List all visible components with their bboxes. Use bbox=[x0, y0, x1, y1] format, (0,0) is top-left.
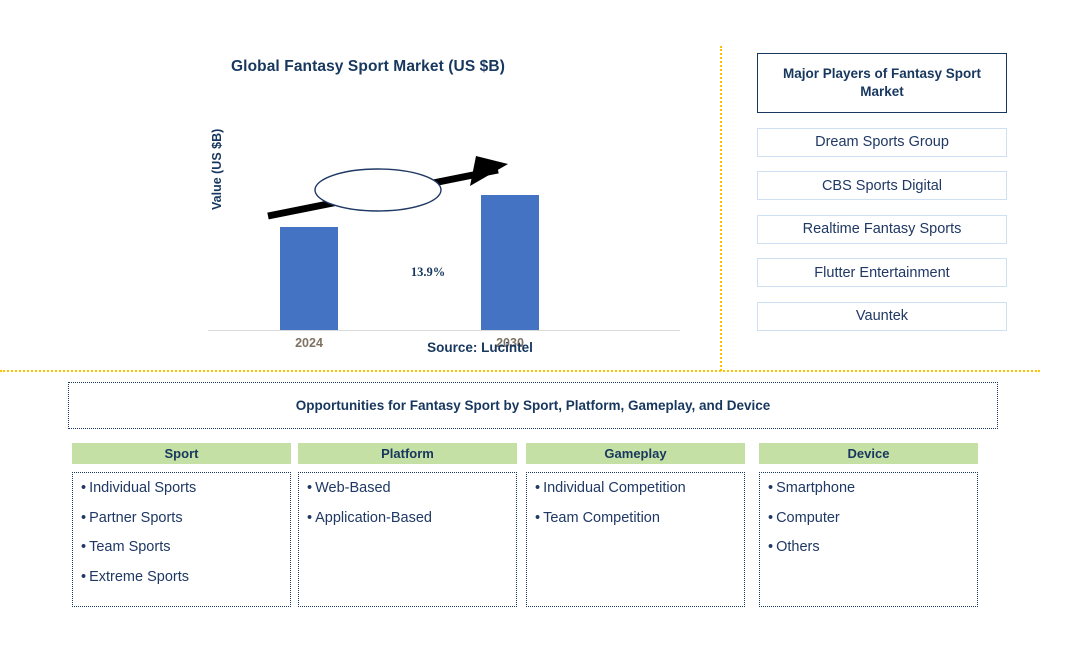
opportunity-column-gameplay: Gameplay • Individual Competition • Team C… bbox=[526, 443, 745, 607]
list-item: • Team Competition bbox=[535, 509, 744, 526]
list-item-label: Web-Based bbox=[315, 480, 391, 496]
opportunity-column-sport: Sport • Individual Sports • Partner Sports… bbox=[72, 443, 291, 607]
list-item: • Extreme Sports bbox=[81, 568, 290, 585]
column-items: • Web-Based • Application-Based bbox=[298, 472, 517, 607]
bullet-icon: • bbox=[535, 480, 541, 496]
list-item-label: Team Sports bbox=[89, 539, 171, 555]
column-header: Sport bbox=[72, 443, 291, 464]
chart-plot-area: Value (US $B) 13.9% 2024 2030 bbox=[68, 110, 680, 350]
infographic-page: Global Fantasy Sport Market (US $B) Valu… bbox=[0, 0, 1071, 672]
chart-axis-line bbox=[208, 330, 680, 331]
opportunities-banner: Opportunities for Fantasy Sport by Sport… bbox=[68, 382, 998, 429]
market-chart-panel: Global Fantasy Sport Market (US $B) Valu… bbox=[68, 44, 708, 364]
player-item: Vauntek bbox=[757, 301, 1007, 331]
player-item: Realtime Fantasy Sports bbox=[757, 214, 1007, 244]
column-header: Device bbox=[759, 443, 978, 464]
list-item: • Partner Sports bbox=[81, 509, 290, 526]
list-item-label: Extreme Sports bbox=[89, 568, 189, 585]
bullet-icon: • bbox=[81, 568, 87, 585]
source-note: Source: Lucintel bbox=[427, 340, 533, 355]
list-item: • Computer bbox=[768, 509, 977, 526]
cagr-arrow-icon bbox=[267, 156, 508, 220]
opportunity-column-platform: Platform • Web-Based • Application-Based bbox=[298, 443, 517, 607]
bullet-icon: • bbox=[768, 480, 774, 496]
chart-title: Global Fantasy Sport Market (US $B) bbox=[231, 58, 505, 75]
list-item: • Individual Competition bbox=[535, 481, 744, 496]
player-item: Dream Sports Group bbox=[757, 127, 1007, 157]
major-players-panel: Major Players of Fantasy Sport Market Dr… bbox=[757, 53, 1007, 331]
list-item-label: Individual Competition bbox=[543, 480, 686, 496]
bullet-icon: • bbox=[81, 509, 87, 526]
bar-2024 bbox=[280, 226, 338, 330]
list-item-label: Individual Sports bbox=[89, 480, 197, 496]
column-items: • Smartphone • Computer • Others bbox=[759, 472, 978, 607]
list-item: • Team Sports bbox=[81, 540, 290, 555]
list-item-label: Application-Based bbox=[315, 509, 432, 526]
bullet-icon: • bbox=[768, 539, 774, 555]
list-item: • Application-Based bbox=[307, 509, 516, 526]
bullet-icon: • bbox=[768, 509, 774, 526]
list-item-label: Others bbox=[776, 539, 820, 555]
bullet-icon: • bbox=[307, 480, 313, 496]
column-header: Platform bbox=[298, 443, 517, 464]
column-items: • Individual Sports • Partner Sports • Team… bbox=[72, 472, 291, 607]
horizontal-divider bbox=[0, 370, 1040, 372]
list-item-label: Smartphone bbox=[776, 480, 856, 496]
opportunities-banner-text: Opportunities for Fantasy Sport by Sport… bbox=[295, 398, 771, 413]
bullet-icon: • bbox=[307, 509, 313, 526]
list-item-label: Computer bbox=[776, 509, 840, 526]
list-item: • Web-Based bbox=[307, 481, 516, 496]
column-header: Gameplay bbox=[526, 443, 745, 464]
player-item: Flutter Entertainment bbox=[757, 258, 1007, 287]
opportunity-column-device: Device • Smartphone • Computer • Others bbox=[759, 443, 978, 607]
vertical-divider bbox=[720, 46, 722, 371]
major-players-header: Major Players of Fantasy Sport Market bbox=[757, 53, 1007, 113]
opportunities-columns: Sport • Individual Sports • Partner Sports… bbox=[72, 443, 1002, 618]
cagr-value-label: 13.9% bbox=[410, 265, 446, 279]
list-item: • Smartphone bbox=[768, 481, 977, 496]
list-item: • Individual Sports bbox=[81, 481, 290, 496]
player-item: CBS Sports Digital bbox=[757, 171, 1007, 200]
list-item-label: Team Competition bbox=[543, 509, 660, 526]
bullet-icon: • bbox=[81, 480, 87, 496]
bullet-icon: • bbox=[535, 509, 541, 526]
column-items: • Individual Competition • Team Competitio… bbox=[526, 472, 745, 607]
list-item: • Others bbox=[768, 540, 977, 555]
list-item-label: Partner Sports bbox=[89, 509, 183, 526]
bullet-icon: • bbox=[81, 539, 87, 555]
